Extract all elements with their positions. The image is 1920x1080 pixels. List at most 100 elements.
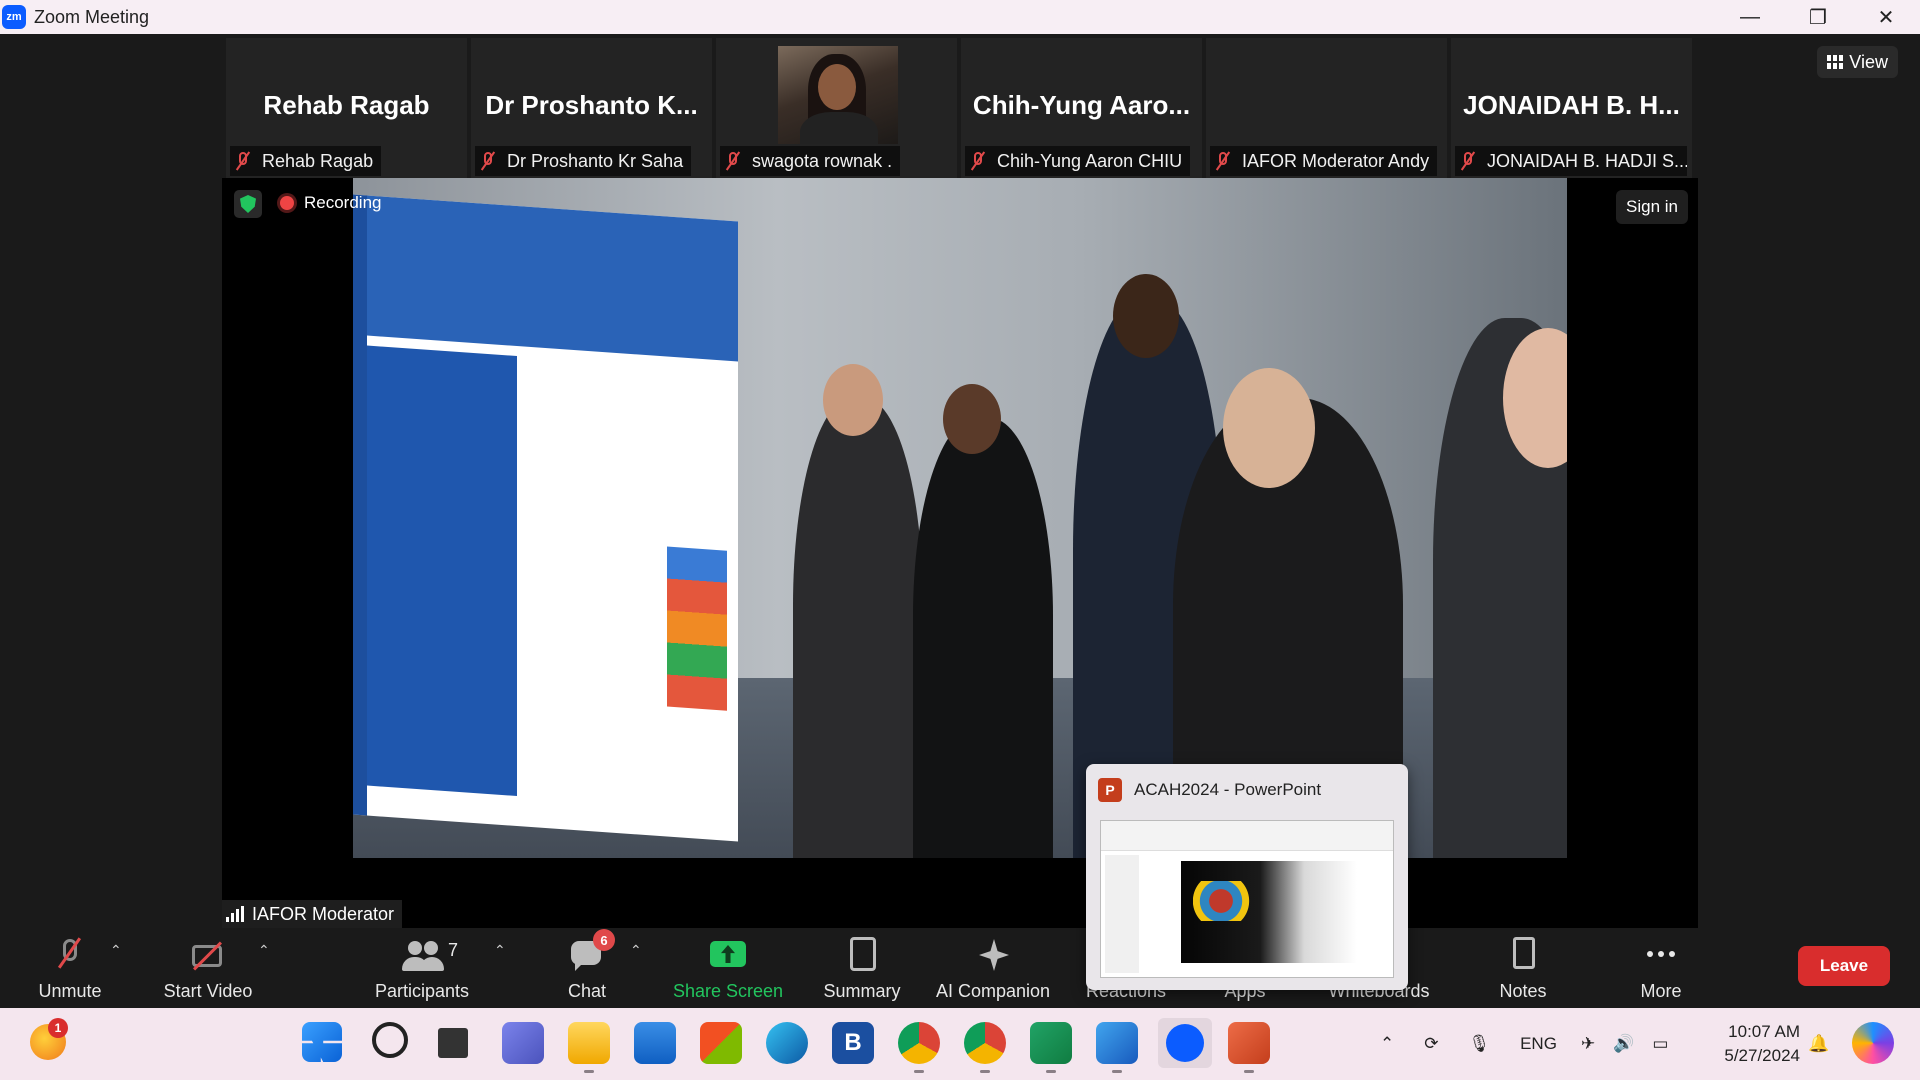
audio-options-chevron-icon[interactable]: ⌃ [110,942,122,959]
mic-muted-icon [234,151,252,171]
active-speaker-video [353,178,1567,858]
b-app-icon[interactable]: B [832,1022,874,1064]
window-title: Zoom Meeting [34,6,150,27]
start-video-label: Start Video [163,981,253,1001]
participant-label: Dr Proshanto Kr Saha [475,146,692,176]
language-indicator[interactable]: ENG [1520,1034,1557,1054]
participant-label: Rehab Ragab [230,146,382,176]
chat-label: Chat [567,981,607,1001]
zoom-taskbar-button[interactable] [1158,1018,1212,1068]
participant-tile[interactable]: JONAIDAH B. H... JONAIDAH B. HADJI S... [1451,38,1692,178]
window-controls: — ❐ ✕ [1716,0,1920,34]
search-icon[interactable] [372,1022,408,1058]
chat-icon: 6 [565,929,615,975]
powerpoint-icon: P [1098,778,1122,802]
sparkle-icon [971,935,1015,975]
meeting-area: Rehab Ragab Rehab Ragab Dr Proshanto K..… [0,34,1920,928]
start-video-button[interactable]: Start Video [152,928,264,1008]
battery-icon[interactable]: ▭ [1652,1034,1668,1054]
zoom-icon [1166,1024,1204,1062]
meeting-toolbar: Unmute ⌃ Start Video ⌃ Participants 7 ⌃ … [0,928,1920,1008]
microphone-icon[interactable]: 🎙 [1469,1034,1491,1054]
participants-label: Participants [374,981,470,1001]
encryption-shield-icon[interactable] [234,190,262,218]
preview-thumbnail[interactable] [1100,820,1394,978]
ai-companion-button[interactable]: AI Companion [928,928,1058,1008]
view-button-label: View [1849,51,1888,72]
airplane-mode-icon[interactable]: ✈ [1581,1034,1595,1054]
participant-tile[interactable]: Chih-Yung Aaro... Chih-Yung Aaron CHIU [961,38,1202,178]
speaker-label: IAFOR Moderator [222,900,403,928]
windows-taskbar: 1 B ⌃ ⟳ 🎙 ENG ✈ 🔊 ▭ 10:07 AM 5/27/2024 🔔 [0,1008,1920,1080]
participant-tile[interactable]: Dr Proshanto K... Dr Proshanto Kr Saha [471,38,712,178]
word-icon[interactable] [1096,1022,1138,1064]
participant-tile[interactable]: swagota rownak . [716,38,957,178]
mail-icon[interactable] [634,1022,676,1064]
unmute-label: Unmute [38,981,102,1001]
participant-tile[interactable]: IAFOR Moderator Andy [1206,38,1447,178]
mic-muted-icon [969,151,987,171]
participant-video [778,46,898,144]
copilot-icon[interactable] [1852,1022,1894,1064]
chrome-profile-icon[interactable] [964,1022,1006,1064]
ai-companion-label: AI Companion [935,981,1051,1001]
leave-button[interactable]: Leave [1798,946,1890,986]
title-bar: zm Zoom Meeting — ❐ ✕ [0,0,1920,34]
store-icon[interactable] [700,1022,742,1064]
restore-icon[interactable]: ❐ [1784,0,1852,34]
participant-tile[interactable]: Rehab Ragab Rehab Ragab [226,38,467,178]
minimize-icon[interactable]: — [1716,0,1784,34]
summary-label: Summary [823,981,901,1001]
sync-icon[interactable]: ⟳ [1424,1034,1438,1054]
unmute-button[interactable]: Unmute [22,928,118,1008]
powerpoint-taskbar-icon[interactable] [1228,1022,1270,1064]
file-explorer-icon[interactable] [568,1022,610,1064]
powerpoint-window-preview[interactable]: P ACAH2024 - PowerPoint [1086,764,1408,990]
task-view-icon[interactable] [438,1028,468,1058]
zoom-logo-icon: zm [2,5,26,29]
participants-button[interactable]: Participants [368,928,476,1008]
summary-button[interactable]: Summary [812,928,912,1008]
system-tray: ⌃ ⟳ 🎙 ENG ✈ 🔊 ▭ [1380,1008,1668,1080]
participants-options-chevron-icon[interactable]: ⌃ [494,942,506,959]
preview-title: ACAH2024 - PowerPoint [1134,780,1322,799]
participant-label: JONAIDAH B. HADJI S... [1455,146,1687,176]
windows-start-icon[interactable] [302,1022,342,1062]
notifications-bell-icon[interactable]: 🔔 [1808,1008,1829,1080]
close-icon[interactable]: ✕ [1852,0,1920,34]
notes-button[interactable]: Notes [1488,928,1558,1008]
clock[interactable]: 10:07 AM 5/27/2024 [1724,1020,1800,1068]
mic-muted-icon [1459,151,1477,171]
recording-dot-icon [280,196,294,210]
share-screen-icon [706,935,750,975]
poster-image [353,194,738,842]
edge-icon[interactable] [766,1022,808,1064]
participant-display-name: Chih-Yung Aaro... [972,90,1191,120]
widgets-icon[interactable]: 1 [30,1018,68,1060]
participant-name: IAFOR Moderator Andy [1242,150,1430,171]
recording-indicator[interactable]: Recording [280,193,382,213]
teams-icon[interactable] [502,1022,544,1064]
main-video[interactable]: Recording Sign in IAFOR Moderator [222,178,1698,928]
notes-label: Notes [1499,981,1547,1001]
video-options-chevron-icon[interactable]: ⌃ [258,942,270,959]
screen: zm Zoom Meeting — ❐ ✕ Rehab Ragab Rehab … [0,0,1920,1080]
sign-in-button[interactable]: Sign in [1616,190,1688,224]
notification-badge: 1 [48,1018,68,1038]
mic-muted-icon [479,151,497,171]
view-button[interactable]: View [1817,46,1898,78]
chat-options-chevron-icon[interactable]: ⌃ [630,942,642,959]
more-button[interactable]: More [1626,928,1696,1008]
chat-button[interactable]: 6 Chat [552,928,622,1008]
volume-icon[interactable]: 🔊 [1613,1034,1634,1054]
video-off-icon [186,935,230,975]
share-screen-button[interactable]: Share Screen [668,928,788,1008]
summary-icon [840,935,884,975]
excel-icon[interactable] [1030,1022,1072,1064]
participants-icon [400,935,444,975]
mic-muted-icon [48,935,92,975]
show-hidden-icons-chevron-icon[interactable]: ⌃ [1380,1034,1394,1054]
chrome-icon[interactable] [898,1022,940,1064]
grid-view-icon [1827,55,1844,69]
participant-name: Chih-Yung Aaron CHIU [997,150,1183,171]
